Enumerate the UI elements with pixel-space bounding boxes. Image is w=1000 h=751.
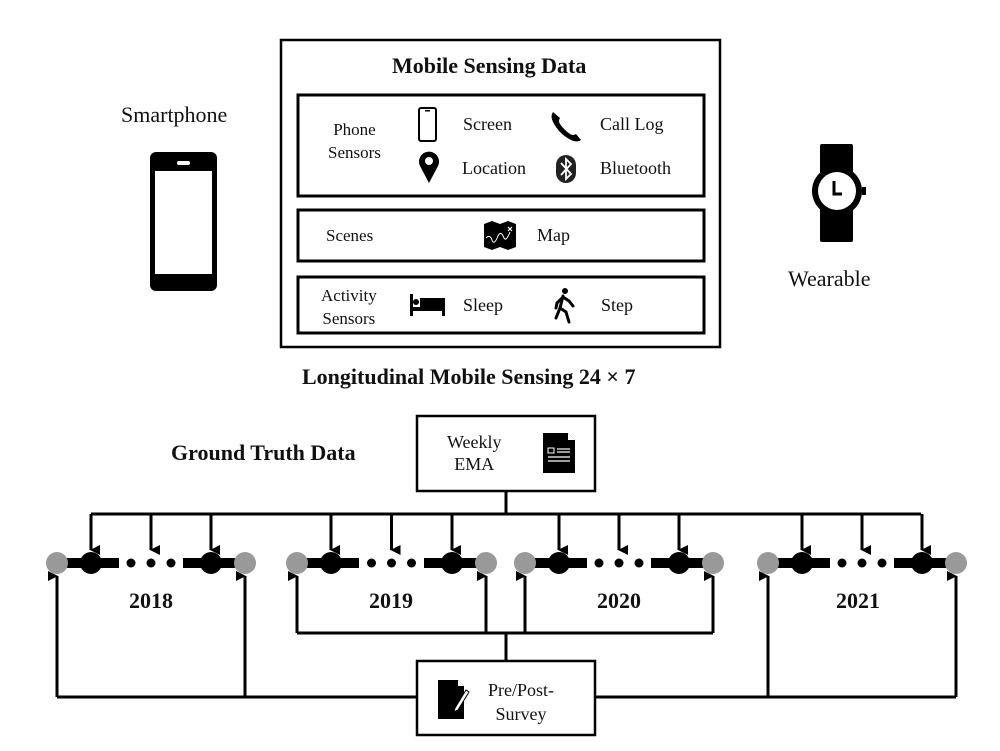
location-pin-icon	[419, 151, 440, 183]
timelines	[46, 552, 967, 574]
wearable-label: Wearable	[788, 266, 871, 291]
survey-node	[286, 552, 308, 574]
mobile-sensing-caption: Longitudinal Mobile Sensing 24 × 7	[302, 364, 636, 389]
mobile-sensing-title: Mobile Sensing Data	[392, 53, 587, 78]
week-node	[791, 552, 813, 574]
ellipsis-dot	[367, 558, 376, 568]
year-label-2019: 2019	[369, 588, 413, 613]
ellipsis-dot	[387, 558, 396, 568]
edit-document-icon	[438, 680, 470, 719]
phone-screen-icon	[418, 107, 437, 142]
timeline-2018	[46, 552, 256, 574]
activity-sensors-label-line2: Sensors	[322, 309, 376, 328]
survey-node	[514, 552, 536, 574]
weekly-ema-line1: Weekly	[447, 432, 502, 452]
ellipsis-dot	[407, 558, 416, 568]
year-label-2020: 2020	[597, 588, 641, 613]
survey-node	[475, 552, 497, 574]
ellipsis-dot	[877, 558, 887, 568]
survey-line2: Survey	[495, 704, 547, 724]
ellipsis-dot	[857, 558, 867, 568]
ellipsis-dot	[166, 558, 176, 568]
week-node	[668, 552, 690, 574]
timeline-2020	[514, 552, 724, 574]
year-label-2018: 2018	[129, 588, 173, 613]
survey-node	[757, 552, 779, 574]
ellipsis-dot	[634, 558, 644, 568]
year-label-2021: 2021	[836, 588, 880, 613]
survey-label: Pre/Post- Survey	[488, 678, 554, 726]
week-node	[911, 552, 933, 574]
timeline-2019	[286, 552, 497, 574]
phone-sensors-label-line2: Sensors	[328, 143, 381, 162]
bluetooth-label: Bluetooth	[600, 158, 671, 178]
ellipsis-dot	[146, 558, 156, 568]
smartphone-icon	[150, 152, 217, 291]
survey-node	[702, 552, 724, 574]
map-label: Map	[537, 225, 570, 245]
survey-node	[945, 552, 967, 574]
watch-icon	[812, 144, 866, 242]
week-node	[200, 552, 222, 574]
scenes-label: Scenes	[326, 226, 374, 245]
activity-sensors-label: Activity Sensors	[321, 284, 377, 330]
walking-icon	[554, 288, 575, 324]
survey-node	[234, 552, 256, 574]
ellipsis-dot	[126, 558, 136, 568]
survey-node	[46, 552, 68, 574]
call-log-label: Call Log	[600, 114, 664, 134]
sleep-label: Sleep	[463, 295, 503, 315]
weekly-ema-label: Weekly EMA	[447, 431, 502, 475]
step-label: Step	[601, 295, 634, 315]
smartphone-label: Smartphone	[121, 102, 228, 127]
ground-truth-title: Ground Truth Data	[171, 440, 356, 465]
ellipsis-dot	[594, 558, 604, 568]
week-node	[441, 552, 463, 574]
phone-sensors-label-line1: Phone	[333, 120, 376, 139]
week-node	[548, 552, 570, 574]
ema-connector-lines	[89, 491, 931, 555]
survey-line1: Pre/Post-	[488, 680, 555, 700]
timeline-2021	[757, 552, 967, 574]
map-icon	[484, 221, 516, 250]
weekly-ema-line2: EMA	[454, 454, 495, 474]
screen-label: Screen	[463, 114, 512, 134]
document-icon	[543, 433, 575, 473]
location-label: Location	[462, 158, 526, 178]
ellipsis-dot	[614, 558, 624, 568]
bluetooth-icon	[556, 155, 576, 183]
bed-icon	[410, 294, 445, 316]
phone-call-icon	[551, 112, 581, 142]
week-node	[320, 552, 342, 574]
week-node	[80, 552, 102, 574]
activity-sensors-label-line1: Activity	[321, 286, 377, 305]
ellipsis-dot	[837, 558, 847, 568]
phone-sensors-label: Phone Sensors	[328, 118, 381, 164]
